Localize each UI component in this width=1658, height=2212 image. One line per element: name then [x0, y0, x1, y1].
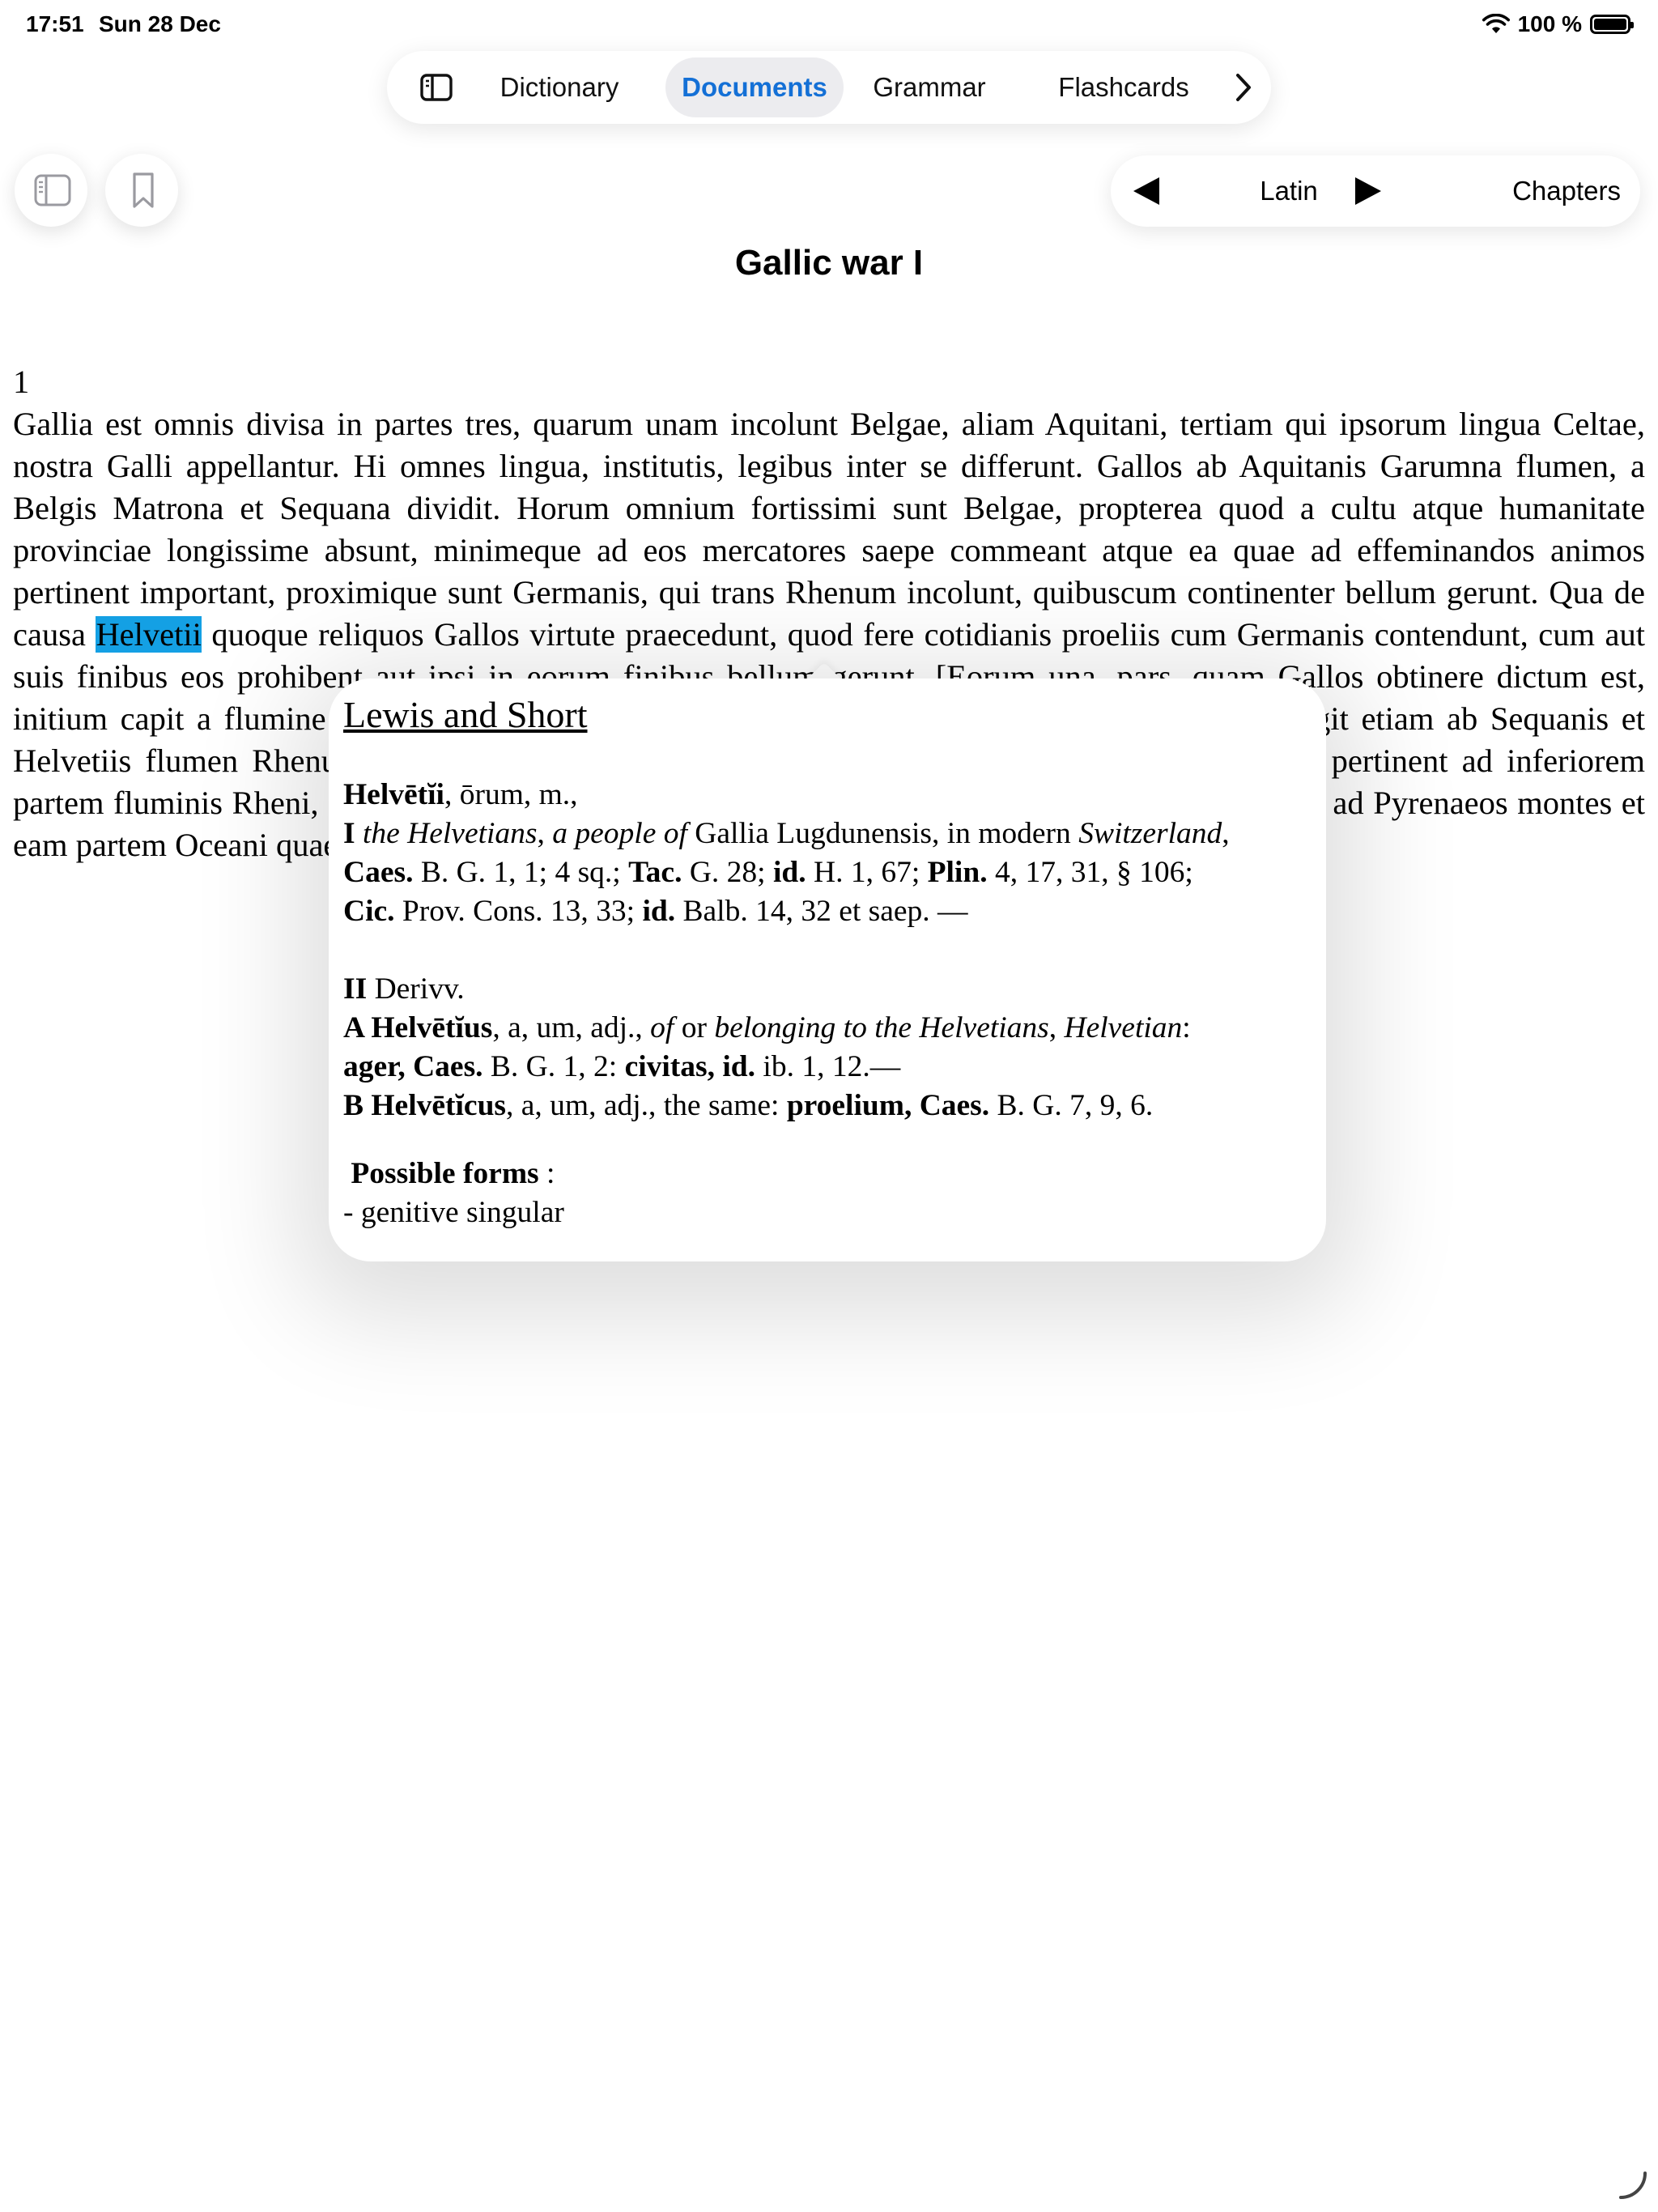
wifi-icon [1482, 14, 1510, 33]
status-right: 100 % [1482, 11, 1634, 37]
citation-author: id. [642, 895, 676, 928]
dictionary-entry: Helvētĭi, ōrum, m., I the Helvetians, a … [343, 776, 1315, 1125]
sense-text: Derivv. [374, 972, 465, 1006]
status-time: 17:51 [26, 11, 84, 36]
sidebar-icon[interactable] [419, 70, 453, 104]
gloss-text: Gallia Lugdunensis, in modern [695, 817, 1071, 850]
document-title: Gallic war I [734, 243, 924, 283]
citation-author: Plin. [927, 856, 988, 889]
bookmark-button[interactable] [105, 154, 178, 227]
citation-ref: G. 28; [689, 856, 766, 889]
gloss-text: or [681, 1011, 707, 1044]
headword-grammar: , ōrum, m., [444, 778, 578, 811]
status-date: Sun 28 Dec [99, 11, 221, 36]
chapters-button[interactable]: Chapters [1512, 155, 1621, 227]
sense-2: II Derivv. A Helvētĭus, a, um, adj., of o… [343, 970, 1315, 1125]
derivative-b: B Helvētĭcus [343, 1089, 507, 1122]
citation-author: ager, Caes. [343, 1050, 483, 1083]
gloss: belonging to the Helvetians [714, 1011, 1049, 1044]
tab-grammar[interactable]: Grammar [865, 57, 994, 117]
sense-label: I [343, 817, 355, 850]
selected-word[interactable]: Helvetii [96, 616, 202, 653]
sense-1: I the Helvetians, a people of Gallia Lug… [343, 815, 1315, 931]
gloss: Switzerland [1078, 817, 1222, 850]
punct: : [538, 1157, 555, 1190]
citation-ref: Balb. 14, 32 et saep. — [682, 895, 968, 928]
tab-dictionary[interactable]: Dictionary [483, 57, 636, 117]
chevron-right-icon[interactable] [1227, 69, 1260, 106]
citation-author: Caes. [343, 856, 414, 889]
citation-author: proelium, Caes. [786, 1089, 990, 1122]
triangle-left-icon[interactable] [1130, 175, 1163, 211]
citation-author: Tac. [628, 856, 682, 889]
punct: , [537, 817, 545, 850]
dictionary-popover: Lewis and Short Helvētĭi, ōrum, m., I th… [329, 678, 1326, 1261]
tab-documents[interactable]: Documents [665, 57, 844, 117]
book-list-icon [34, 174, 71, 206]
status-bar: 17:51 Sun 28 Dec 100 % [0, 0, 1658, 52]
triangle-right-icon[interactable] [1352, 175, 1384, 211]
punct: : [1182, 1011, 1191, 1044]
derivative-grammar: , a, um, adj., the same: [506, 1089, 780, 1122]
library-button[interactable] [15, 154, 87, 227]
derivative-a: A Helvētĭus [343, 1011, 493, 1044]
gloss: Helvetian [1064, 1011, 1183, 1044]
battery-icon [1590, 15, 1634, 34]
resize-grabber-icon[interactable] [1616, 2168, 1648, 2201]
language-label[interactable]: Latin [1224, 155, 1354, 227]
section-number: 1 [13, 364, 30, 400]
dictionary-source-link[interactable]: Lewis and Short [343, 693, 588, 736]
bookmark-icon [133, 172, 154, 208]
gloss: of [650, 1011, 674, 1044]
battery-percent: 100 % [1517, 11, 1582, 36]
form-item: - genitive singular [343, 1196, 564, 1229]
citation-ref: Prov. Cons. 13, 33; [402, 895, 636, 928]
top-tab-bar: Dictionary Documents Grammar Flashcards [387, 51, 1271, 124]
citation-author: id. [772, 856, 806, 889]
citation-author: Cic. [343, 895, 395, 928]
citation-ref: B. G. 1, 1; 4 sq.; [420, 856, 621, 889]
gloss: the Helvetians [362, 817, 538, 850]
possible-forms: Possible forms : - genitive singular [343, 1155, 564, 1232]
citation-ref: ib. 1, 12.— [763, 1050, 901, 1083]
punct: , [1222, 817, 1230, 850]
derivative-grammar: , a, um, adj., [492, 1011, 643, 1044]
citation-ref: 4, 17, 31, § 106; [994, 856, 1193, 889]
chapter-navigation: Latin Chapters [1111, 155, 1640, 227]
citation-ref: B. G. 7, 9, 6. [997, 1089, 1154, 1122]
citation-ref: H. 1, 67; [813, 856, 920, 889]
sense-label: II [343, 972, 368, 1006]
punct: , [1048, 1011, 1057, 1044]
citation-ref: B. G. 1, 2: [490, 1050, 618, 1083]
gloss: a people of [552, 817, 687, 850]
citation-author: civitas, id. [624, 1050, 756, 1083]
headword: Helvētĭi [343, 778, 444, 811]
tab-flashcards[interactable]: Flashcards [1043, 57, 1205, 117]
possible-forms-label: Possible forms [351, 1157, 539, 1190]
